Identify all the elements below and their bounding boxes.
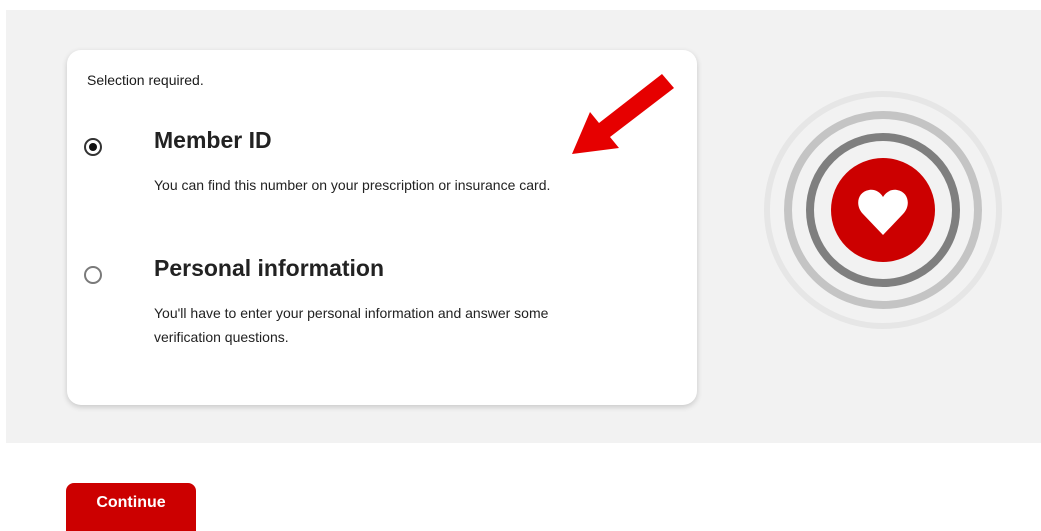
heart-target-icon xyxy=(764,91,1002,329)
red-arrow-icon xyxy=(572,74,674,154)
selection-required-notice: Selection required. xyxy=(87,72,204,88)
member-id-title[interactable]: Member ID xyxy=(154,127,272,154)
member-id-radio[interactable] xyxy=(84,138,102,156)
personal-information-title[interactable]: Personal information xyxy=(154,255,384,282)
radio-selected-dot xyxy=(89,143,97,151)
continue-button[interactable]: Continue xyxy=(66,483,196,531)
personal-information-description: You'll have to enter your personal infor… xyxy=(154,305,549,345)
personal-information-radio[interactable] xyxy=(84,266,102,284)
member-id-description: You can find this number on your prescri… xyxy=(154,177,551,193)
